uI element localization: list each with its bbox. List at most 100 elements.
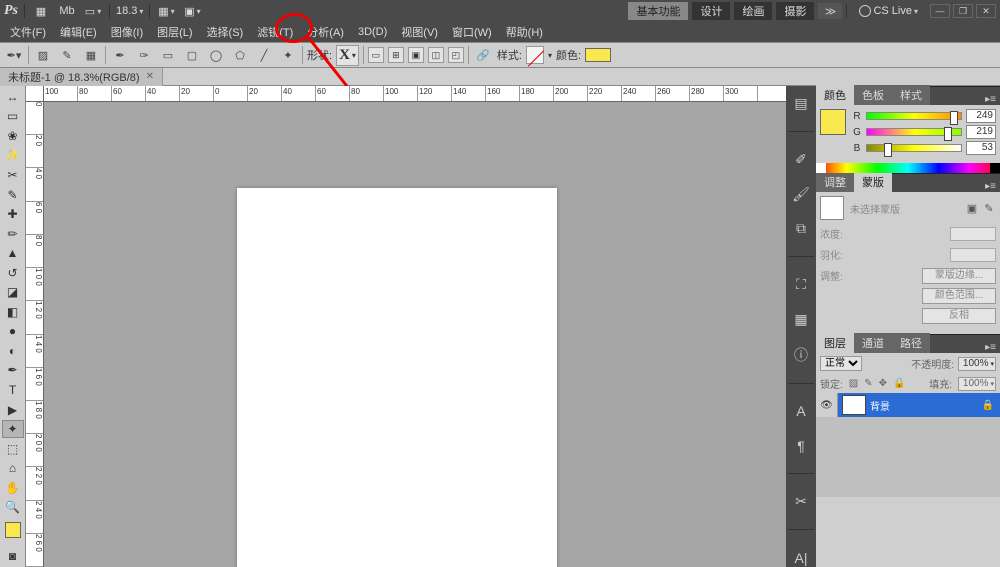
pen-icon[interactable]: ✒ — [110, 45, 130, 65]
menu-edit[interactable]: 编辑(E) — [54, 24, 103, 40]
mode-exclude-icon[interactable]: ◰ — [448, 47, 464, 63]
layer-visibility-icon[interactable]: 👁 — [816, 393, 838, 417]
vector-mask-icon[interactable]: ✎ — [982, 201, 996, 215]
zoom-tool-icon[interactable]: 🔍 — [2, 499, 24, 517]
view-docs-dropdown[interactable]: ▭ — [83, 3, 103, 19]
vertical-ruler[interactable]: 02 04 06 08 01 0 01 2 01 4 01 6 01 8 02 … — [26, 102, 44, 567]
opacity-field[interactable]: 100% — [958, 357, 996, 371]
fill-color-swatch[interactable] — [585, 48, 611, 62]
menu-layer[interactable]: 图层(L) — [151, 24, 198, 40]
r-slider[interactable] — [866, 112, 962, 120]
document-tab-close-icon[interactable]: ✕ — [146, 71, 154, 82]
fill-pixels-icon[interactable]: ▦ — [81, 45, 101, 65]
screen-mode-dropdown[interactable]: ▣ — [182, 3, 202, 19]
menu-select[interactable]: 选择(S) — [201, 24, 250, 40]
character-panel-icon[interactable]: A — [791, 402, 811, 421]
window-minimize[interactable]: — — [930, 4, 950, 18]
custom-shape-icon[interactable]: ✦ — [278, 45, 298, 65]
paths-icon[interactable]: ✎ — [57, 45, 77, 65]
marquee-tool-icon[interactable]: ▭ — [2, 108, 24, 126]
tab-channels[interactable]: 通道 — [854, 333, 892, 353]
tab-paths[interactable]: 路径 — [892, 333, 930, 353]
lock-all-icon[interactable]: 🔒 — [893, 378, 905, 389]
line-shape-icon[interactable]: ╱ — [254, 45, 274, 65]
pixel-mask-icon[interactable]: ▣ — [965, 201, 979, 215]
mini-bridge-icon[interactable]: Mb — [57, 3, 77, 19]
ruler-origin[interactable] — [26, 86, 44, 102]
mode-add-icon[interactable]: ⊞ — [388, 47, 404, 63]
healing-tool-icon[interactable]: ✚ — [2, 205, 24, 223]
lock-transparency-icon[interactable]: ▨ — [849, 378, 858, 389]
r-value[interactable]: 249 — [966, 109, 996, 123]
tab-color[interactable]: 颜色 — [816, 85, 854, 105]
foreground-color-swatch[interactable] — [5, 522, 21, 538]
invert-button[interactable]: 反相 — [922, 308, 996, 324]
mask-edge-button[interactable]: 蒙版边缘... — [922, 268, 996, 284]
history-brush-tool-icon[interactable]: ↺ — [2, 264, 24, 282]
crop-tool-icon[interactable]: ✂ — [2, 166, 24, 184]
freeform-pen-icon[interactable]: ✑ — [134, 45, 154, 65]
ellipse-shape-icon[interactable]: ◯ — [206, 45, 226, 65]
info-panel-icon[interactable]: ⓘ — [791, 345, 811, 365]
wand-tool-icon[interactable]: ✨ — [2, 147, 24, 165]
workspace-painting[interactable]: 绘画 — [734, 2, 772, 20]
color-range-button[interactable]: 颜色范围... — [922, 288, 996, 304]
navigator-panel-icon[interactable]: ⛶ — [791, 275, 811, 294]
layers-empty-area[interactable] — [816, 417, 1000, 497]
panel-menu-icon[interactable]: ▸≡ — [981, 342, 1000, 353]
polygon-shape-icon[interactable]: ⬠ — [230, 45, 250, 65]
bridge-icon[interactable]: ▦ — [31, 3, 51, 19]
mode-intersect-icon[interactable]: ◫ — [428, 47, 444, 63]
eraser-tool-icon[interactable]: ◪ — [2, 283, 24, 301]
lock-position-icon[interactable]: ✥ — [879, 378, 887, 389]
brush-presets-panel-icon[interactable]: ✐ — [791, 150, 811, 169]
workspace-essentials[interactable]: 基本功能 — [628, 2, 688, 20]
g-slider[interactable] — [866, 128, 962, 136]
type-tool-icon[interactable]: T — [2, 381, 24, 399]
window-close[interactable]: ✕ — [976, 4, 996, 18]
tab-swatches[interactable]: 色板 — [854, 85, 892, 105]
canvas-page[interactable] — [237, 188, 557, 567]
mode-new-icon[interactable]: ▭ — [368, 47, 384, 63]
menu-file[interactable]: 文件(F) — [4, 24, 52, 40]
menu-image[interactable]: 图像(I) — [105, 24, 149, 40]
tab-styles[interactable]: 样式 — [892, 85, 930, 105]
menu-view[interactable]: 视图(V) — [395, 24, 444, 40]
menu-help[interactable]: 帮助(H) — [500, 24, 549, 40]
history-panel-icon[interactable]: ▤ — [791, 94, 811, 113]
move-tool-icon[interactable]: ↔ — [2, 88, 24, 106]
lock-pixels-icon[interactable]: ✎ — [864, 378, 872, 389]
tool-preset-dropdown[interactable]: ✒▾ — [4, 45, 24, 65]
gradient-tool-icon[interactable]: ◧ — [2, 303, 24, 321]
swatches-panel-icon[interactable]: ▦ — [791, 310, 811, 329]
style-picker[interactable] — [526, 46, 544, 64]
canvas-area[interactable]: 1008060402002040608010012014016018020022… — [26, 86, 786, 567]
window-restore[interactable]: ❐ — [953, 4, 973, 18]
menu-filter[interactable]: 滤镜(T) — [251, 24, 299, 40]
tab-adjustments[interactable]: 调整 — [816, 172, 854, 192]
hue-strip[interactable] — [816, 163, 1000, 173]
custom-shape-tool-icon[interactable]: ✦ — [2, 420, 24, 438]
blur-tool-icon[interactable]: ● — [2, 323, 24, 341]
b-slider[interactable] — [866, 144, 962, 152]
workspace-more[interactable]: ≫ — [818, 3, 842, 19]
layer-row-background[interactable]: 👁 背景 🔒 — [816, 393, 1000, 417]
brush-panel-icon[interactable]: 🖌 — [791, 185, 811, 204]
mode-subtract-icon[interactable]: ▣ — [408, 47, 424, 63]
b-value[interactable]: 53 — [966, 141, 996, 155]
menu-analysis[interactable]: 分析(A) — [301, 24, 350, 40]
lasso-tool-icon[interactable]: ❀ — [2, 127, 24, 145]
clone-source-panel-icon[interactable]: ⧉ — [791, 219, 811, 238]
eyedropper-tool-icon[interactable]: ✎ — [2, 186, 24, 204]
rect-shape-icon[interactable]: ▭ — [158, 45, 178, 65]
quick-mask-icon[interactable]: ◙ — [2, 548, 24, 566]
horizontal-ruler[interactable]: 1008060402002040608010012014016018020022… — [44, 86, 786, 102]
brush-tool-icon[interactable]: ✏ — [2, 225, 24, 243]
document-tab[interactable]: 未标题-1 @ 18.3%(RGB/8) ✕ — [0, 68, 163, 86]
blend-mode-select[interactable]: 正常 — [820, 356, 862, 371]
styles-panel-icon[interactable]: A| — [791, 548, 811, 567]
workspace-photography[interactable]: 摄影 — [776, 2, 814, 20]
link-icon[interactable]: 🔗 — [473, 45, 493, 65]
fill-field[interactable]: 100% — [958, 377, 996, 391]
shape-picker-dropdown[interactable]: X — [336, 45, 359, 66]
